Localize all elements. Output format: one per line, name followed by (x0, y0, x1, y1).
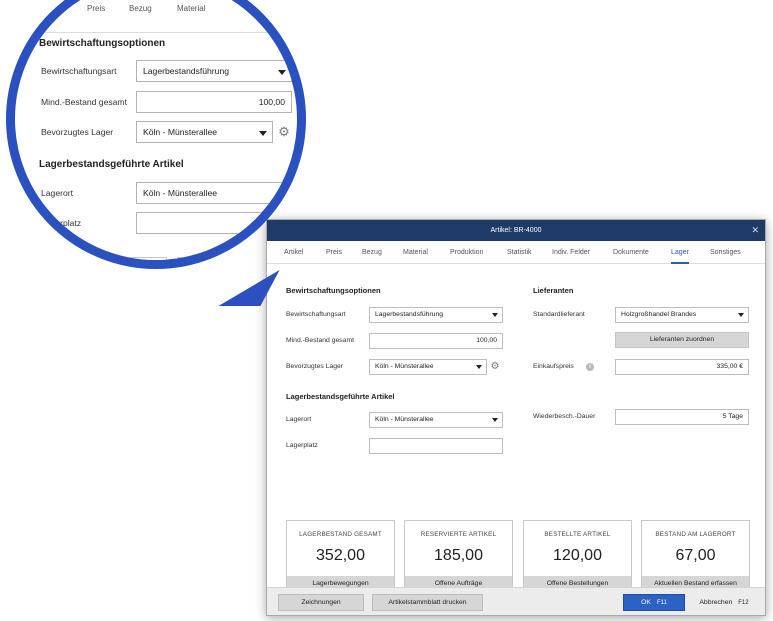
standardlieferant-label: Standardlieferant (533, 311, 585, 318)
card-lagerbestand-gesamt: LAGERBESTAND GESAMT 352,00 Lagerbewegung… (286, 520, 395, 592)
card-value: 120,00 (553, 547, 602, 564)
gear-icon[interactable]: ⚙ (488, 359, 502, 375)
close-icon[interactable]: ✕ (751, 220, 759, 241)
ok-button[interactable]: OK F11 (623, 594, 685, 611)
ok-shortcut: F11 (656, 600, 667, 606)
lens-bewirtschaftungsart-value: Lagerbestandsführung (143, 66, 230, 76)
chevron-down-icon (492, 313, 498, 317)
lens-gear-icon: ⚙ (278, 124, 290, 139)
lens-bewirtschaftungsart-label: Bewirtschaftungsart (41, 66, 117, 76)
card-bestand-am-lagerort: BESTAND AM LAGERORT 67,00 Aktuellen Best… (641, 520, 750, 592)
lens-section-title-lagerbestand: Lagerbestandsgeführte Artikel (39, 159, 184, 170)
lens-bevorzugtes-lager-value: Köln - Münsterallee (143, 127, 218, 137)
chevron-down-icon (492, 418, 498, 422)
section-title-lagerbestand: Lagerbestandsgeführte Artikel (286, 392, 395, 401)
lens-tab-material: Material (177, 4, 206, 13)
einkaufspreis-input[interactable]: 335,00 € (615, 359, 749, 375)
ok-label: OK (641, 599, 651, 606)
lagerplatz-input[interactable] (369, 438, 503, 454)
card-title: BESTELLTE ARTIKEL (544, 531, 611, 538)
chevron-down-icon (476, 365, 482, 369)
tab-statistik[interactable]: Statistik (507, 241, 532, 264)
abbrechen-label: Abbrechen (699, 599, 733, 606)
bevorzugtes-lager-value: Köln - Münsterallee (375, 363, 434, 370)
card-value: 352,00 (316, 547, 365, 564)
article-window: Artikel: BR-4000 ✕ Artikel Preis Bezug M… (266, 219, 766, 616)
info-icon[interactable]: i (586, 363, 594, 371)
title-bar: Artikel: BR-4000 ✕ (267, 220, 765, 241)
standardlieferant-select[interactable]: Holzgroßhandel Brandes (615, 307, 749, 323)
lens-card-stub-left: …AT (33, 257, 167, 260)
tab-dokumente[interactable]: Dokumente (613, 241, 649, 264)
card-title: LAGERBESTAND GESAMT (299, 531, 382, 538)
tab-preis[interactable]: Preis (326, 241, 342, 264)
lens-lagerplatz-input (136, 212, 292, 234)
card-value: 185,00 (434, 547, 483, 564)
lens-bevorzugtes-lager-select: Köln - Münsterallee (136, 121, 273, 143)
dialog-footer: Zeichnungen Artikelstammblatt drucken OK… (267, 587, 765, 615)
abbrechen-shortcut: F12 (738, 600, 749, 606)
lens-section-title-bewirtschaftung: Bewirtschaftungsoptionen (39, 38, 166, 49)
lagerort-value: Köln - Münsterallee (375, 416, 434, 423)
card-title: BESTAND AM LAGERORT (655, 531, 736, 538)
bewirtschaftungsart-label: Bewirtschaftungsart (286, 311, 346, 318)
lens-lagerort-value: Köln - Münsterallee (143, 188, 218, 198)
lens-lagerort-label: Lagerort (41, 188, 74, 198)
tab-material[interactable]: Material (403, 241, 428, 264)
bevorzugtes-lager-select[interactable]: Köln - Münsterallee (369, 359, 487, 375)
tab-lager[interactable]: Lager (671, 241, 689, 264)
lagerort-label: Lagerort (286, 416, 312, 423)
lens-tab-bezug: Bezug (129, 4, 152, 13)
wiederbesch-dauer-input[interactable]: 5 Tage (615, 409, 749, 425)
lens-mind-bestand-input: 100,00 (136, 91, 292, 113)
wiederbesch-dauer-label: Wiederbesch.-Dauer (533, 413, 596, 420)
standardlieferant-value: Holzgroßhandel Brandes (621, 311, 697, 318)
zeichnungen-button[interactable]: Zeichnungen (278, 594, 364, 611)
zoom-lens: Preis Bezug Material Bewirtschaftungsopt… (6, 0, 306, 269)
bevorzugtes-lager-label: Bevorzugtes Lager (286, 363, 344, 370)
bewirtschaftungsart-select[interactable]: Lagerbestandsführung (369, 307, 503, 323)
chevron-down-icon (259, 131, 267, 136)
card-bestellte-artikel: BESTELLTE ARTIKEL 120,00 Offene Bestellu… (523, 520, 632, 592)
tab-produktion[interactable]: Produktion (450, 241, 483, 264)
tab-bar: Artikel Preis Bezug Material Produktion … (267, 241, 765, 264)
lens-bevorzugtes-lager-label: Bevorzugtes Lager (41, 127, 114, 137)
lagerplatz-label: Lagerplatz (286, 442, 318, 449)
window-title: Artikel: BR-4000 (490, 227, 542, 234)
lager-panel: Bewirtschaftungsoptionen Bewirtschaftung… (267, 264, 765, 592)
mind-bestand-label: Mind.-Bestand gesamt (286, 337, 355, 344)
chevron-down-icon (278, 70, 286, 75)
lens-mind-bestand-label: Mind.-Bestand gesamt (41, 97, 127, 107)
section-title-lieferanten: Lieferanten (533, 286, 574, 295)
card-value: 67,00 (675, 547, 716, 564)
card-reservierte-artikel: RESERVIERTE ARTIKEL 185,00 Offene Aufträ… (404, 520, 513, 592)
lagerort-select[interactable]: Köln - Münsterallee (369, 412, 503, 428)
einkaufspreis-label: Einkaufspreis (533, 363, 574, 370)
lens-lagerort-select: Köln - Münsterallee (136, 182, 292, 204)
artikelstammblatt-drucken-button[interactable]: Artikelstammblatt drucken (372, 594, 483, 611)
section-title-bewirtschaftung: Bewirtschaftungsoptionen (286, 286, 381, 295)
bewirtschaftungsart-value: Lagerbestandsführung (375, 311, 444, 318)
lens-tab-bar: Preis Bezug Material (15, 4, 297, 33)
lens-bewirtschaftungsart-select: Lagerbestandsführung (136, 60, 292, 82)
tab-indiv-felder[interactable]: Indiv. Felder (552, 241, 590, 264)
tab-bezug[interactable]: Bezug (362, 241, 382, 264)
card-title: RESERVIERTE ARTIKEL (420, 531, 497, 538)
lieferanten-zuordnen-button[interactable]: Lieferanten zuordnen (615, 332, 749, 348)
chevron-down-icon (278, 192, 286, 197)
mind-bestand-input[interactable]: 100,00 (369, 333, 503, 349)
lens-tab-preis: Preis (87, 4, 106, 13)
chevron-down-icon (738, 313, 744, 317)
abbrechen-button[interactable]: Abbrechen F12 (693, 594, 755, 611)
lens-lagerplatz-label: Lagerplatz (41, 218, 82, 228)
tab-sonstiges[interactable]: Sonstiges (710, 241, 741, 264)
